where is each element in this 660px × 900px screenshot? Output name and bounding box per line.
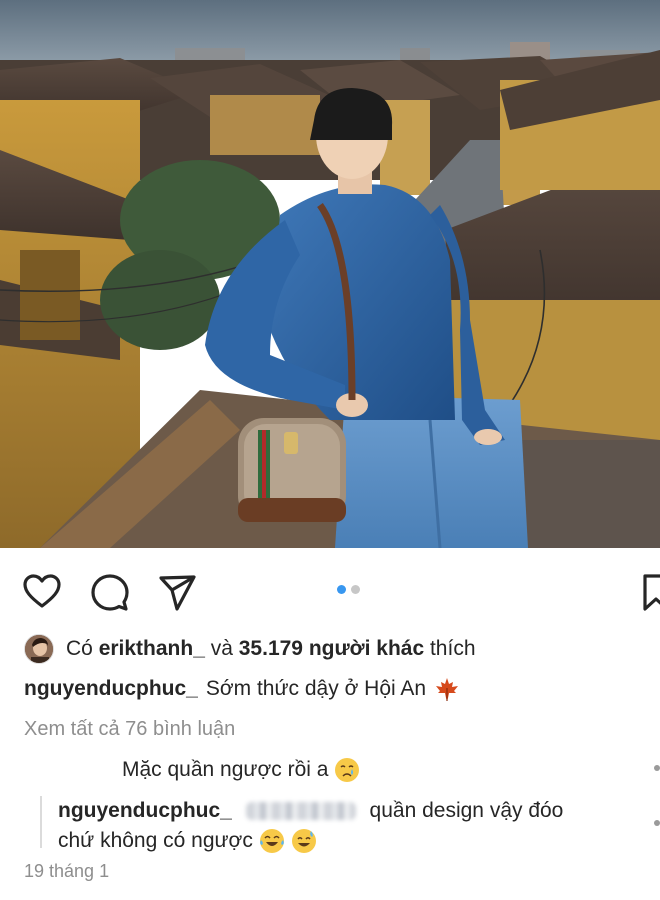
comment-reply: nguyenducphuc_ quần design vậy đóo chứ k… — [58, 796, 618, 856]
post-photo[interactable] — [0, 0, 660, 548]
view-all-comments-link[interactable]: Xem tất cả 76 bình luận — [24, 718, 235, 741]
post-date: 19 tháng 1 — [24, 861, 110, 881]
likes-middle: và — [204, 637, 239, 660]
likes-line: Có erikthanh_ và 35.179 người khác thích — [24, 634, 476, 664]
scroll-marker — [654, 820, 660, 826]
liked-by-user[interactable]: erikthanh_ — [99, 637, 205, 661]
carousel-dot — [351, 585, 360, 594]
crying-face-icon — [334, 757, 360, 783]
caption-text: Sớm thức dậy ở Hội An — [205, 677, 427, 700]
carousel-dot-active — [337, 585, 346, 594]
comment-icon[interactable] — [90, 572, 130, 612]
sweat-smile-icon — [291, 828, 317, 854]
photo-illustration — [0, 0, 660, 548]
heart-icon[interactable] — [22, 572, 62, 612]
scroll-marker — [654, 765, 660, 771]
blurred-mention — [245, 802, 356, 821]
reply-text-line1: quần design vậy đóo — [369, 799, 564, 822]
send-icon[interactable] — [158, 572, 198, 612]
reply-username[interactable]: nguyenducphuc_ — [58, 799, 232, 822]
likes-prefix: Có — [66, 637, 99, 660]
post-action-bar — [0, 548, 660, 634]
bookmark-icon[interactable] — [636, 572, 660, 612]
tears-of-joy-icon — [259, 828, 285, 854]
avatar[interactable] — [24, 634, 54, 664]
carousel-indicator — [337, 585, 360, 594]
likes-count[interactable]: 35.179 người khác — [239, 637, 424, 661]
maple-leaf-icon — [434, 676, 460, 702]
reply-thread-line — [40, 796, 42, 848]
avatar-image — [25, 635, 53, 663]
likes-suffix: thích — [424, 637, 476, 660]
post-caption: nguyenducphuc_ Sớm thức dậy ở Hội An — [24, 676, 460, 702]
reply-text-line2: chứ không có ngược — [58, 829, 253, 852]
comment-text: Mặc quần ngược rồi a — [122, 758, 329, 781]
caption-username[interactable]: nguyenducphuc_ — [24, 677, 198, 701]
comment: Mặc quần ngược rồi a — [122, 757, 360, 783]
